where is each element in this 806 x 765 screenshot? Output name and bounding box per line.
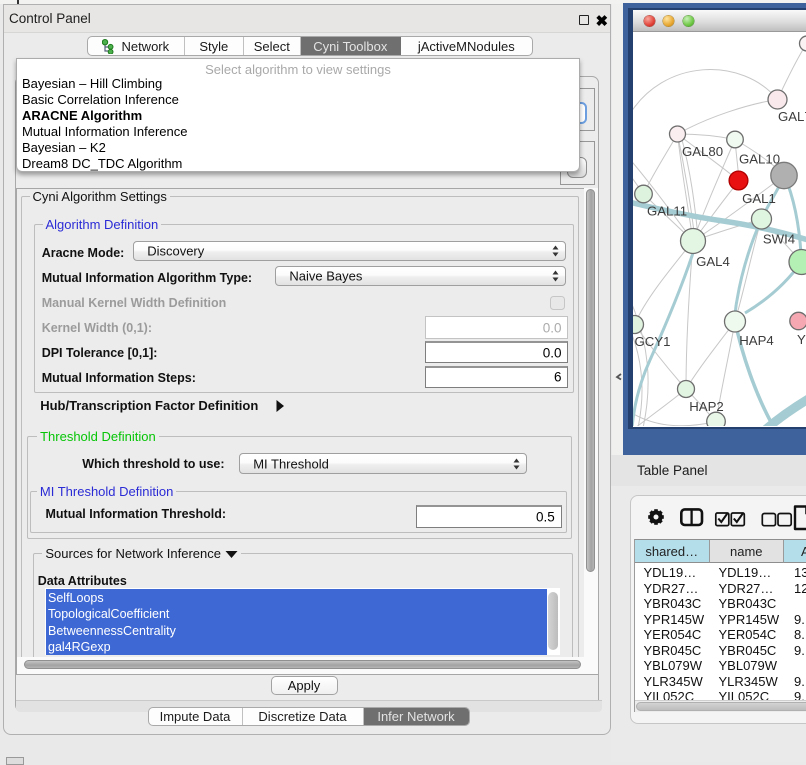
svg-text:HAP2: HAP2 [689, 399, 723, 414]
svg-text:GAL10: GAL10 [739, 152, 780, 167]
svg-text:GAL7: GAL7 [778, 109, 806, 124]
svg-text:HAP4: HAP4 [739, 333, 773, 348]
svg-text:GAL1: GAL1 [742, 191, 776, 206]
svg-text:YEL0: YEL0 [797, 332, 806, 347]
svg-text:SWI4: SWI4 [763, 232, 795, 247]
svg-text:GAL11: GAL11 [647, 204, 687, 219]
svg-text:GAL4: GAL4 [696, 254, 730, 269]
svg-text:GCY1: GCY1 [635, 334, 671, 349]
svg-text:GAL80: GAL80 [682, 144, 723, 159]
